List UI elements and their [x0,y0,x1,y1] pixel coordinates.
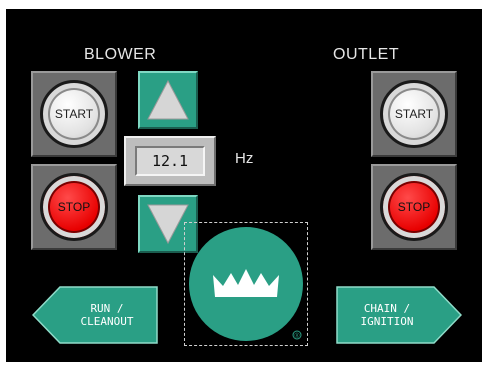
outlet-start-label: START [394,107,434,121]
registered-mark: ® [294,332,300,340]
hmi-screen: BLOWER START STOP 12.1 Hz OUTLET START S… [6,9,482,362]
frequency-display-frame: 12.1 [124,136,216,186]
frequency-up-button[interactable] [138,71,198,129]
outlet-stop-frame: STOP [371,164,457,250]
outlet-stop-button[interactable]: STOP [380,173,448,241]
blower-stop-frame: STOP [31,164,117,250]
blower-title: BLOWER [84,46,157,63]
frequency-unit: Hz [235,150,254,167]
chain-ignition-label: CHAIN / IGNITION [360,302,414,328]
outlet-start-button[interactable]: START [380,80,448,148]
blower-stop-label: STOP [57,200,91,214]
outlet-title: OUTLET [333,46,400,63]
blower-start-label: START [54,107,94,121]
outlet-start-frame: START [371,71,457,157]
blower-start-frame: START [31,71,117,157]
crown-logo: ® [189,227,303,341]
run-cleanout-button[interactable]: RUN / CLEANOUT [31,286,158,344]
frequency-value[interactable]: 12.1 [135,146,205,176]
arrow-up-icon [147,79,189,120]
blower-start-button[interactable]: START [40,80,108,148]
blower-stop-button[interactable]: STOP [40,173,108,241]
chain-ignition-button[interactable]: CHAIN / IGNITION [336,286,463,344]
run-cleanout-label: RUN / CLEANOUT [80,302,134,328]
outlet-stop-label: STOP [397,200,431,214]
logo-button[interactable]: ® [184,222,308,346]
